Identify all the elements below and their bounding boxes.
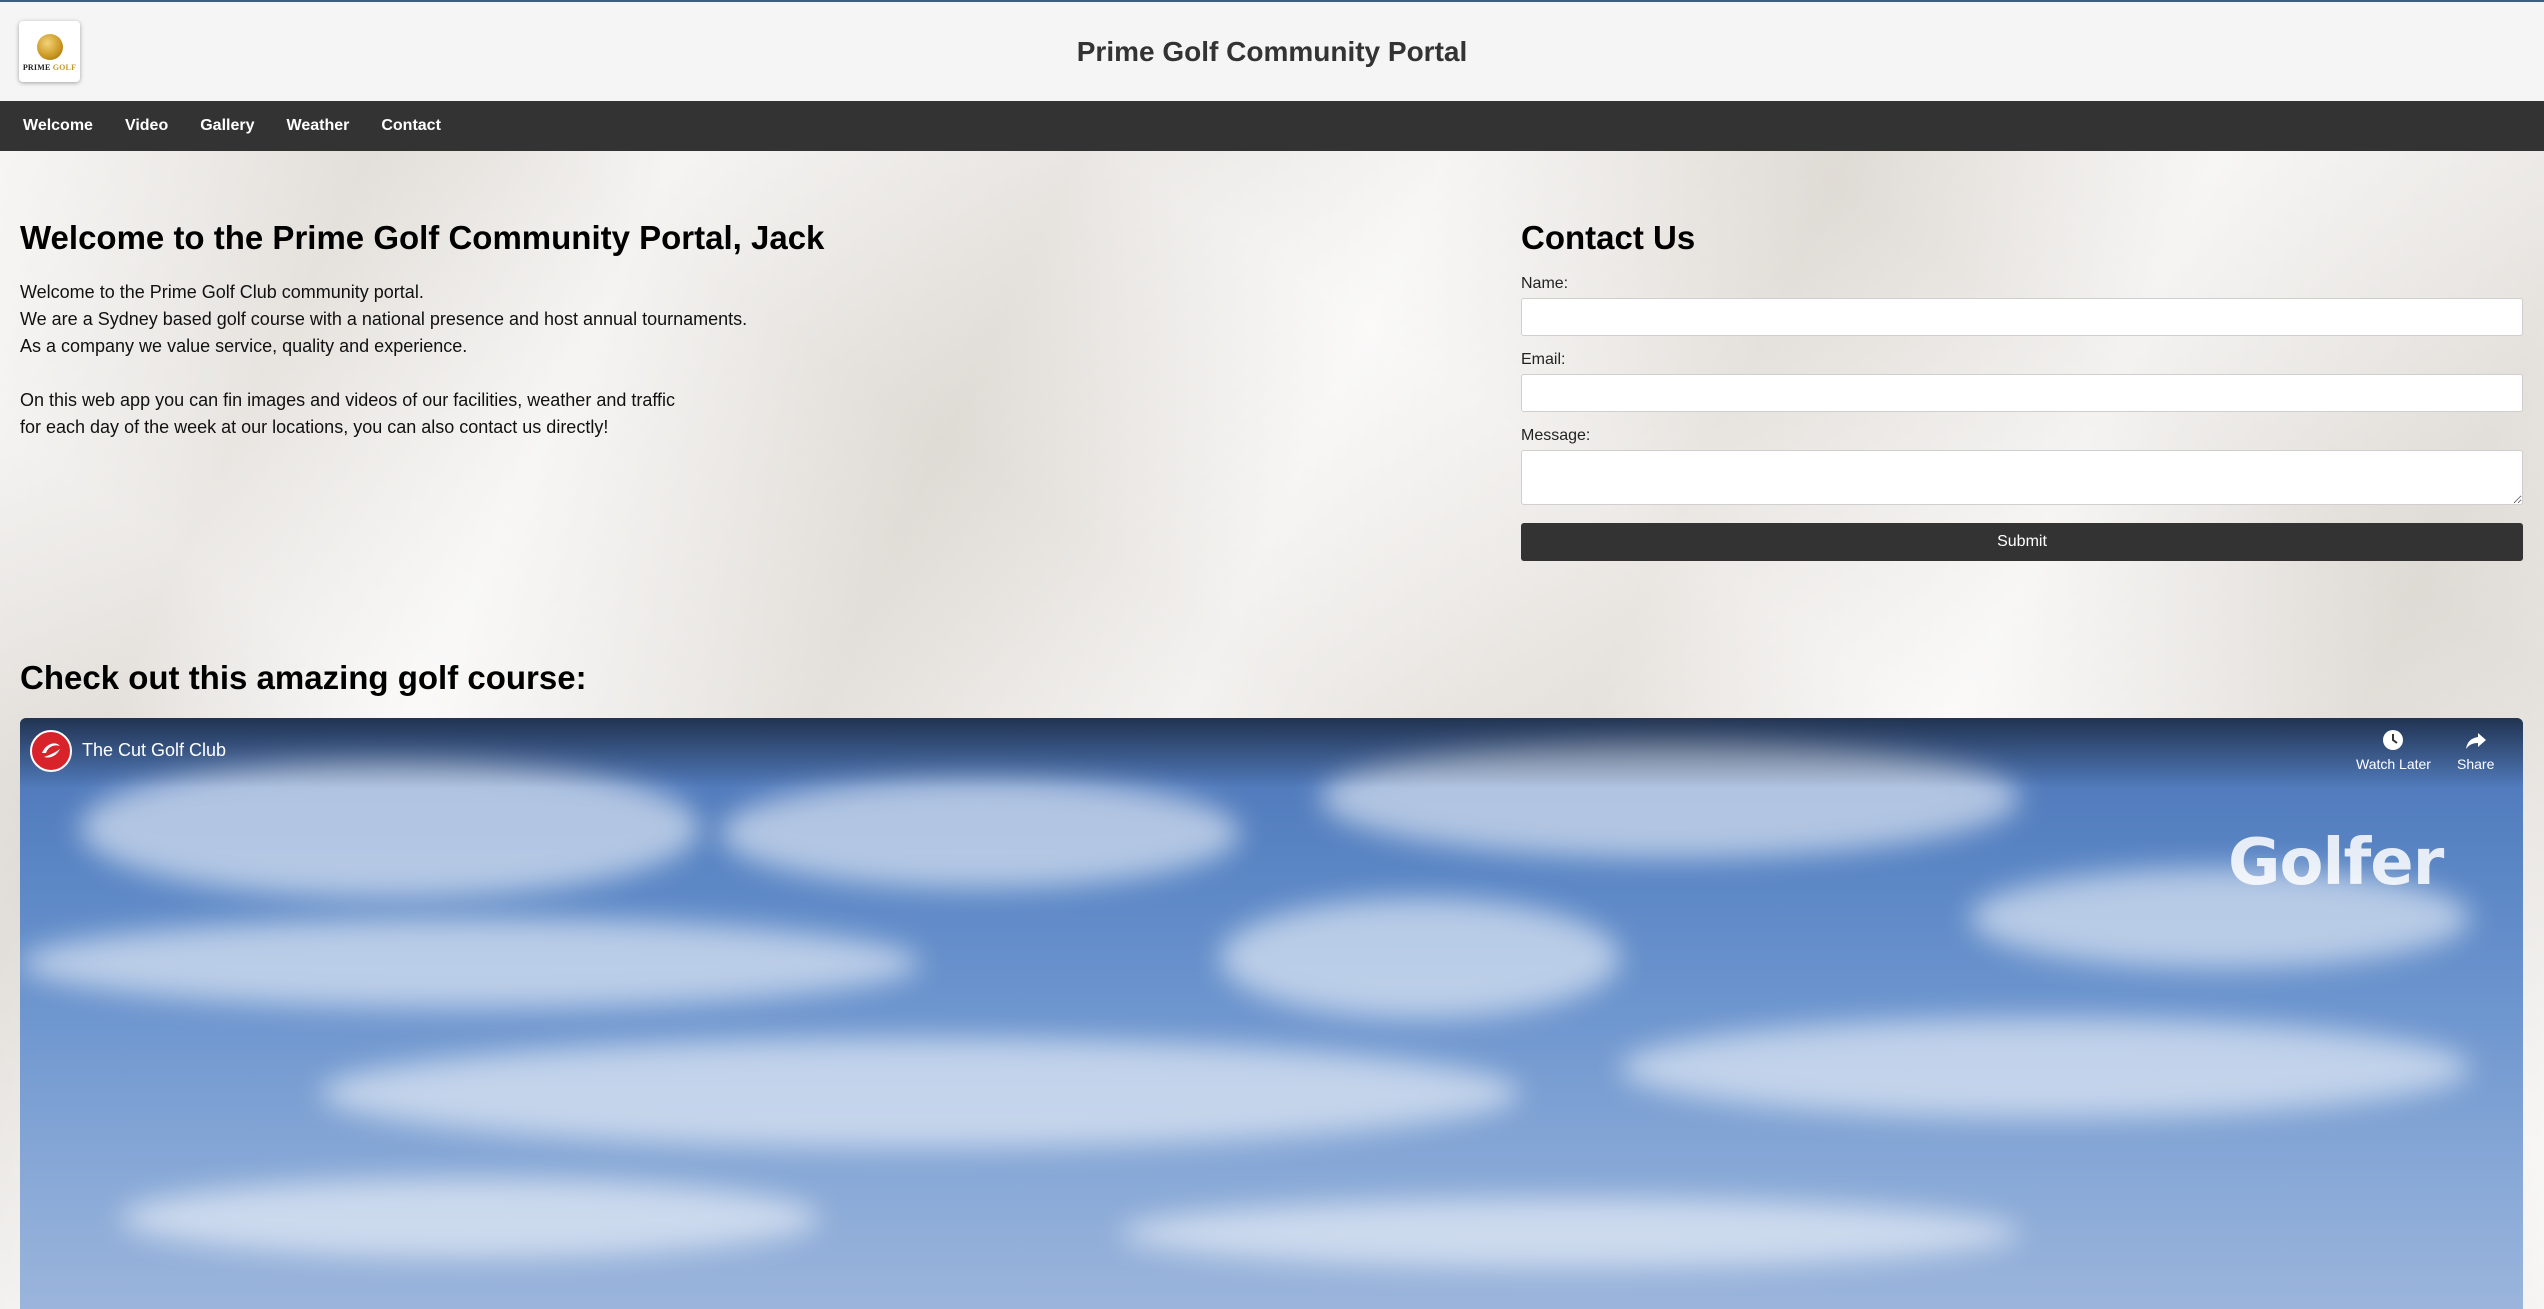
name-field[interactable] [1521, 298, 2523, 336]
main-nav: Welcome Video Gallery Weather Contact [0, 101, 2544, 151]
nav-item-weather[interactable]: Weather [271, 101, 366, 151]
watch-later-label: Watch Later [2356, 756, 2431, 772]
video-heading: Check out this amazing golf course: [20, 659, 587, 696]
cloud [720, 778, 1240, 888]
channel-logo-icon [42, 743, 60, 758]
welcome-heading: Welcome to the Prime Golf Community Port… [20, 219, 825, 256]
cloud [20, 918, 920, 1008]
cloud [1220, 898, 1620, 1018]
message-field[interactable] [1521, 450, 2523, 505]
share-button[interactable]: Share [2457, 728, 2494, 772]
clock-icon [2383, 730, 2404, 750]
nav-item-video[interactable]: Video [109, 101, 184, 151]
welcome-line: for each day of the week at our location… [20, 417, 609, 437]
contact-heading: Contact Us [1521, 219, 1696, 256]
name-label: Name: [1521, 275, 1569, 292]
channel-avatar[interactable] [30, 730, 72, 772]
site-header: PRIME GOLF Prime Golf Community Portal [0, 2, 2544, 101]
nav-item-contact[interactable]: Contact [365, 101, 457, 151]
submit-button[interactable]: Submit [1521, 523, 2523, 561]
share-label: Share [2457, 756, 2495, 772]
cloud [120, 1178, 820, 1258]
message-label: Message: [1521, 427, 1591, 444]
cloud [320, 1038, 1520, 1148]
contact-form: Contact Us Name: Email: Message: Submit [1521, 219, 2523, 561]
email-field[interactable] [1521, 374, 2523, 412]
watch-later-button[interactable]: Watch Later [2356, 728, 2431, 772]
share-arrow-icon [2465, 733, 2486, 749]
golfer-watermark: Golfer [2228, 826, 2444, 900]
welcome-line: On this web app you can fin images and v… [20, 390, 676, 410]
video-top-shade [20, 718, 2523, 788]
welcome-line: Welcome to the Prime Golf Club community… [20, 282, 424, 302]
page-title: Prime Golf Community Portal [1076, 35, 1468, 67]
welcome-text: Welcome to the Prime Golf Club community… [20, 279, 1320, 441]
cloud [1620, 1018, 2470, 1118]
video-channel-title[interactable]: The Cut Golf Club [82, 740, 226, 761]
welcome-line: We are a Sydney based golf course with a… [20, 309, 748, 329]
email-label: Email: [1521, 351, 1566, 368]
video-player[interactable]: The Cut Golf Club Watch Later Share Golf… [20, 718, 2523, 1309]
nav-item-gallery[interactable]: Gallery [184, 101, 270, 151]
welcome-line: As a company we value service, quality a… [20, 336, 468, 356]
cloud [1120, 1198, 2020, 1268]
nav-item-welcome[interactable]: Welcome [7, 101, 109, 151]
